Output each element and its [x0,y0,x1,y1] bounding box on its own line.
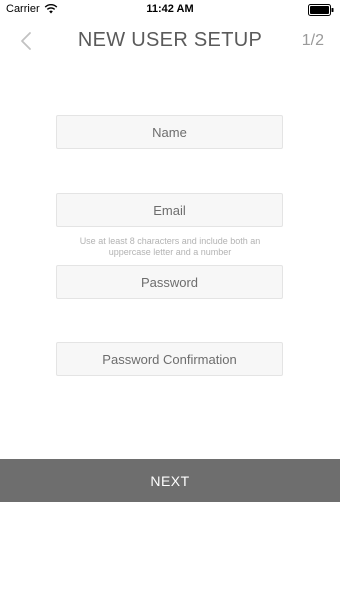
page-title: NEW USER SETUP [77,29,263,51]
password-input[interactable] [56,265,283,299]
next-button[interactable]: NEXT [0,459,340,502]
name-input[interactable] [56,115,283,149]
status-bar: Carrier 11:42 AM [0,0,340,20]
navigation-header: NEW USER SETUP 1/2 [0,20,340,64]
password-confirmation-input[interactable] [56,342,283,376]
email-input[interactable] [56,193,283,227]
battery-icon [308,4,334,16]
password-hint: Use at least 8 characters and include bo… [79,236,261,257]
step-indicator: 1/2 [301,32,324,49]
status-time: 11:42 AM [146,3,194,15]
chevron-left-icon [21,32,31,50]
back-button[interactable] [14,28,40,54]
